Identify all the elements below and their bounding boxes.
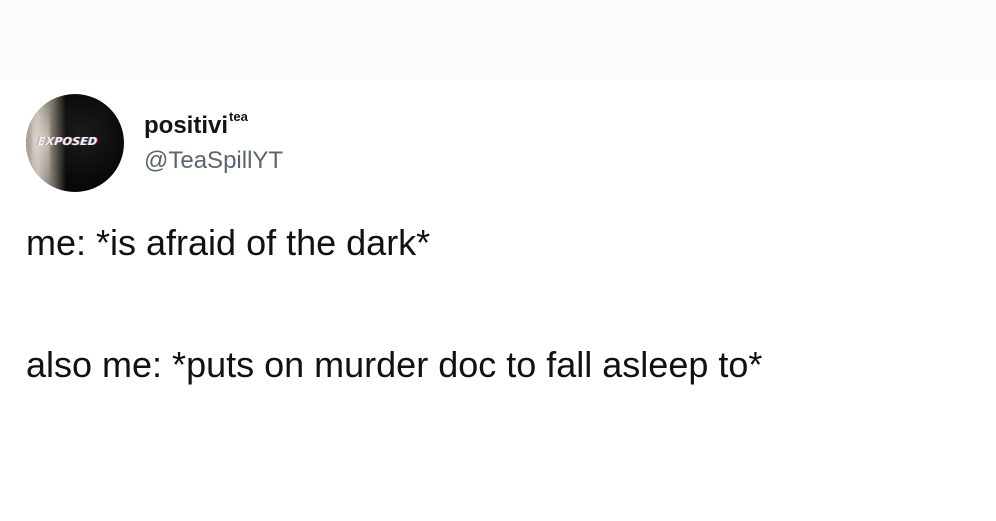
display-name-text: positivi (144, 112, 229, 139)
display-name[interactable]: positivitea (144, 109, 248, 140)
avatar[interactable]: EXPOSED (26, 94, 124, 192)
display-name-superscript: tea (229, 109, 248, 124)
top-margin (0, 0, 996, 80)
tweet-text-line-1: me: *is afraid of the dark* (26, 222, 431, 263)
user-handle[interactable]: @TeaSpillYT (144, 147, 283, 175)
tweet-text-line-2: also me: *puts on murder doc to fall asl… (26, 344, 763, 385)
avatar-exposed-text: EXPOSED (37, 135, 99, 148)
